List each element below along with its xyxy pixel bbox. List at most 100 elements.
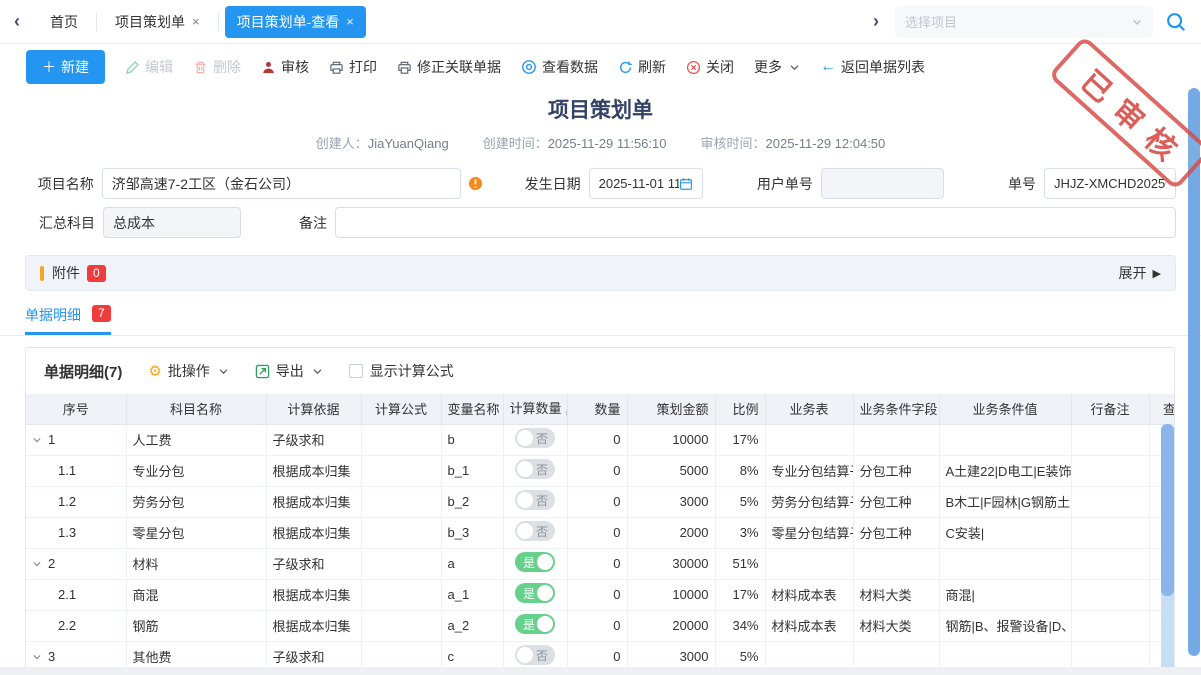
tree-collapse-icon[interactable] — [32, 435, 42, 445]
cell-basis: 根据成本归集 — [266, 455, 361, 486]
cell-biz_value: 钢筋|B、报警设备|D、 — [939, 610, 1071, 641]
cell-biz_table: 专业分包结算子 — [765, 455, 853, 486]
table-row[interactable]: 1人工费子级求和b否01000017%是 — [26, 424, 1175, 455]
project-select[interactable]: 选择项目 — [895, 6, 1153, 38]
project-name-input[interactable]: 济邹高速7-2工区（金石公司） — [102, 168, 461, 199]
tab-close-icon[interactable]: × — [346, 14, 354, 29]
remark-input[interactable] — [335, 207, 1176, 238]
cell-biz_field: 分包工种 — [853, 517, 939, 548]
info-icon[interactable] — [468, 176, 483, 191]
scrollbar-thumb[interactable] — [1161, 424, 1174, 596]
table-vertical-scrollbar[interactable] — [1161, 424, 1174, 672]
checkbox-icon[interactable] — [349, 364, 363, 378]
table-row[interactable]: 2材料子级求和a是03000051%是 — [26, 548, 1175, 579]
cell-subject: 商混 — [126, 579, 266, 610]
table-header-row: 序号科目名称计算依据计算公式变量名称计算数量?数量策划金额比例业务表业务条件字段… — [26, 394, 1175, 424]
cell-row-number: 2.1 — [26, 579, 126, 610]
cell-row_remark — [1071, 548, 1149, 579]
refresh-button[interactable]: 刷新 — [618, 57, 666, 77]
cell-ratio: 34% — [715, 610, 765, 641]
cell-qty: 0 — [567, 548, 627, 579]
creator-label: 创建人： — [316, 136, 368, 151]
table-row[interactable]: 1.3零星分包根据成本归集b_3否020003%零星分包结算子分包工种C安装|是 — [26, 517, 1175, 548]
audit-button[interactable]: 审核 — [261, 57, 309, 77]
toggle-off[interactable]: 否 — [515, 459, 555, 479]
toggle-off[interactable]: 否 — [515, 521, 555, 541]
table-row[interactable]: 1.2劳务分包根据成本归集b_2否030005%劳务分包结算子分包工种B木工|F… — [26, 486, 1175, 517]
fix-linked-docs-button[interactable]: 修正关联单据 — [397, 57, 501, 77]
export-button[interactable]: 导出 — [255, 361, 323, 381]
tabs-scroll-right-icon[interactable]: › — [873, 11, 879, 32]
summary-subject-input[interactable]: 总成本 — [103, 207, 241, 238]
cell-row-number: 1.3 — [26, 517, 126, 548]
tab-project-plan-view[interactable]: 项目策划单-查看 × — [225, 6, 366, 38]
top-tab-bar: ‹ 首页 项目策划单 × 项目策划单-查看 × › 选择项目 — [0, 0, 1201, 44]
tab-close-icon[interactable]: × — [192, 14, 200, 29]
arrow-left-icon: ← — [820, 58, 836, 76]
cell-row_remark — [1071, 610, 1149, 641]
toggle-on[interactable]: 是 — [515, 614, 555, 634]
batch-actions-button[interactable]: ⚙ 批操作 — [148, 361, 228, 381]
toggle-off[interactable]: 否 — [515, 645, 555, 665]
close-button[interactable]: 关闭 — [686, 57, 734, 77]
column-header: 变量名称 — [441, 394, 503, 424]
horizontal-scrollbar[interactable] — [0, 667, 1201, 675]
new-button[interactable]: ＋ 新建 — [26, 50, 105, 84]
cell-biz_value: C安装| — [939, 517, 1071, 548]
column-header: 业务条件值 — [939, 394, 1071, 424]
chevron-down-icon — [789, 62, 800, 73]
cell-row-number: 1.1 — [26, 455, 126, 486]
tab-detail-lines[interactable]: 单据明细 7 — [25, 305, 111, 335]
cell-row_remark — [1071, 455, 1149, 486]
toggle-off[interactable]: 否 — [515, 490, 555, 510]
user-number-input[interactable] — [821, 168, 944, 199]
tree-collapse-icon[interactable] — [32, 652, 42, 662]
expand-button[interactable]: 展开 ▶ — [1119, 263, 1161, 283]
tabs-scroll-left-icon[interactable]: ‹ — [14, 11, 20, 32]
cell-ratio: 17% — [715, 579, 765, 610]
audited-time-value: 2025-11-29 12:04:50 — [766, 136, 886, 151]
remark-label: 备注 — [299, 213, 327, 233]
tab-home[interactable]: 首页 — [38, 6, 90, 38]
cell-qty: 0 — [567, 610, 627, 641]
cell-row-number: 2 — [26, 548, 126, 579]
back-to-list-button[interactable]: ← 返回单据列表 — [820, 57, 925, 77]
toggle-off[interactable]: 否 — [515, 428, 555, 448]
issue-date-input[interactable]: 2025-11-01 11:47: — [589, 168, 703, 199]
cell-var: a_2 — [441, 610, 503, 641]
cell-biz_field — [853, 548, 939, 579]
cell-qty: 0 — [567, 424, 627, 455]
creator-value: JiaYuanQiang — [368, 136, 449, 151]
cell-formula — [361, 517, 441, 548]
doc-number-label: 单号 — [1008, 174, 1036, 194]
cell-formula — [361, 486, 441, 517]
column-header: 查询展示 — [1149, 394, 1175, 424]
table-row[interactable]: 2.2钢筋根据成本归集a_2是02000034%材料成本表材料大类钢筋|B、报警… — [26, 610, 1175, 641]
show-formula-checkbox[interactable]: 显示计算公式 — [349, 361, 454, 381]
print-button[interactable]: 打印 — [329, 57, 377, 77]
cell-var: b_2 — [441, 486, 503, 517]
toggle-on[interactable]: 是 — [515, 583, 555, 603]
cell-basis: 子级求和 — [266, 548, 361, 579]
cell-biz_table: 材料成本表 — [765, 610, 853, 641]
view-data-button[interactable]: 查看数据 — [521, 57, 598, 77]
created-time-label: 创建时间： — [483, 136, 548, 151]
table-row[interactable]: 1.1专业分包根据成本归集b_1否050008%专业分包结算子分包工种A土建22… — [26, 455, 1175, 486]
cell-row_remark — [1071, 486, 1149, 517]
delete-button[interactable]: 删除 — [193, 57, 241, 77]
table-row[interactable]: 2.1商混根据成本归集a_1是01000017%材料成本表材料大类商混|是 — [26, 579, 1175, 610]
toggle-on[interactable]: 是 — [515, 552, 555, 572]
attachment-panel-header[interactable]: 附件 0 展开 ▶ — [25, 255, 1176, 291]
calendar-icon[interactable] — [679, 177, 693, 191]
cell-ratio: 51% — [715, 548, 765, 579]
column-header: 计算依据 — [266, 394, 361, 424]
search-icon[interactable] — [1165, 11, 1187, 33]
edit-button[interactable]: 编辑 — [125, 57, 173, 77]
tab-project-plan-list[interactable]: 项目策划单 × — [103, 6, 212, 38]
more-button[interactable]: 更多 — [754, 57, 800, 77]
cell-biz_table — [765, 548, 853, 579]
cell-amount: 5000 — [627, 455, 715, 486]
tree-collapse-icon[interactable] — [32, 559, 42, 569]
cell-calc_qty: 否 — [503, 424, 567, 455]
eye-icon — [521, 59, 537, 75]
